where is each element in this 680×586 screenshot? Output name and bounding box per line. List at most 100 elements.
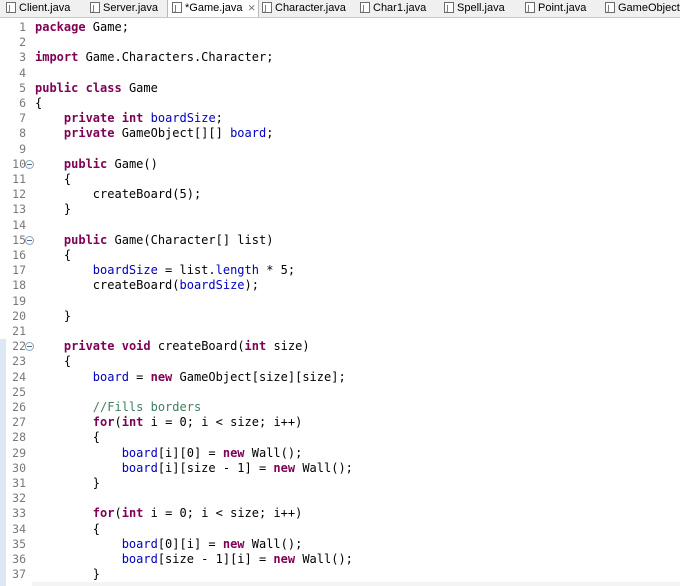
code-line[interactable]: 25 (0, 385, 680, 400)
code-token: } (35, 476, 101, 490)
code-line[interactable]: 13 } (0, 202, 680, 217)
code-line[interactable]: 37 } (0, 567, 680, 582)
code-line[interactable]: 35 board[0][i] = new Wall(); (0, 537, 680, 552)
code-text: createBoard(boardSize); (35, 278, 259, 293)
line-number: 5 (19, 80, 26, 95)
svg-text:J: J (173, 4, 176, 13)
line-number: 3 (19, 50, 26, 65)
code-line[interactable]: 16 { (0, 248, 680, 263)
svg-text:J: J (606, 4, 609, 13)
tab-point-java[interactable]: J Point.java (521, 0, 599, 17)
tab-label: Client.java (19, 2, 71, 14)
code-line[interactable]: 1 package Game; (0, 20, 680, 35)
code-line[interactable]: 19 (0, 294, 680, 309)
code-text: } (35, 567, 100, 582)
svg-text:J: J (263, 4, 266, 13)
fold-toggle-icon[interactable] (25, 342, 34, 352)
code-line[interactable]: 10 public Game() (0, 157, 680, 172)
keyword-token: for (92, 415, 115, 430)
line-number: 17 (12, 263, 26, 278)
keyword-token: void (121, 339, 151, 354)
code-token: { (35, 521, 101, 536)
code-token: ; (266, 126, 274, 141)
code-text: } (35, 202, 71, 217)
code-token: } (35, 202, 72, 217)
tab-game-java[interactable]: J *Game.java ⨯ (167, 0, 259, 17)
code-line[interactable]: 20 } (0, 309, 680, 324)
code-token: Game.Characters.Character; (78, 50, 274, 65)
field-token: board (92, 369, 129, 384)
code-line[interactable]: 24 board = new GameObject[size][size]; (0, 370, 680, 385)
keyword-token: new (143, 369, 173, 384)
keyword-token: private (63, 111, 115, 126)
code-line[interactable]: 5 public class Game (0, 81, 680, 96)
field-token: boardSize (92, 263, 158, 278)
line-number: 27 (12, 415, 26, 430)
code-line[interactable]: 14 (0, 218, 680, 233)
code-line[interactable]: 34 { (0, 522, 680, 537)
keyword-token: public (63, 232, 108, 247)
code-token: Game (121, 80, 158, 95)
code-line[interactable]: 4 (0, 66, 680, 81)
line-number: 37 (12, 567, 26, 582)
code-line[interactable]: 18 createBoard(boardSize); (0, 278, 680, 293)
code-line[interactable]: 8 private GameObject[][] board; (0, 126, 680, 141)
svg-text:J: J (445, 4, 448, 13)
code-line[interactable]: 30 board[i][size - 1] = new Wall(); (0, 461, 680, 476)
tab-spell-java[interactable]: J Spell.java (440, 0, 520, 17)
fold-toggle-icon[interactable] (25, 235, 34, 245)
tab-gameobject-java[interactable]: J GameObject.ja (601, 0, 680, 17)
tab-server-java[interactable]: J Server.java (86, 0, 166, 17)
field-token: board (121, 445, 158, 460)
code-line[interactable]: 15 public Game(Character[] list) (0, 233, 680, 248)
java-file-icon: J (90, 2, 100, 13)
code-text: board[i][size - 1] = new Wall(); (35, 461, 353, 476)
code-line[interactable]: 29 board[i][0] = new Wall(); (0, 446, 680, 461)
fold-toggle-icon[interactable] (25, 159, 34, 169)
field-token: board (121, 460, 158, 475)
line-number: 30 (12, 460, 26, 475)
code-line[interactable]: 2 (0, 35, 680, 50)
code-line[interactable]: 27 for(int i = 0; i < size; i++) (0, 415, 680, 430)
tab-character-java[interactable]: J Character.java (258, 0, 356, 17)
code-text: import Game.Characters.Character; (35, 50, 273, 65)
code-line[interactable]: 36 board[size - 1][i] = new Wall(); (0, 552, 680, 567)
code-line[interactable]: 9 (0, 142, 680, 157)
code-line[interactable]: 3 import Game.Characters.Character; (0, 50, 680, 65)
keyword-token: class (85, 80, 122, 95)
code-line[interactable]: 21 (0, 324, 680, 339)
code-line[interactable]: 12 createBoard(5); (0, 187, 680, 202)
code-line[interactable]: 6{ (0, 96, 680, 111)
code-line[interactable]: 7 private int boardSize; (0, 111, 680, 126)
line-number: 26 (12, 400, 26, 414)
code-token: createBoard( (35, 278, 180, 293)
field-token: board (222, 126, 267, 141)
code-text: private void createBoard(int size) (35, 339, 310, 354)
line-number: 31 (12, 476, 26, 490)
code-line[interactable]: 26 //Fills borders (0, 400, 680, 415)
code-token: [i][0] = (157, 445, 216, 460)
code-text: } (35, 476, 100, 491)
tab-char1-java[interactable]: J Char1.java (356, 0, 438, 17)
close-icon[interactable]: ⨯ (247, 3, 255, 14)
keyword-token: int (121, 111, 144, 126)
java-file-icon: J (525, 2, 535, 13)
line-number: 24 (12, 369, 26, 384)
code-line[interactable]: 33 for(int i = 0; i < size; i++) (0, 506, 680, 521)
code-line[interactable]: 22 private void createBoard(int size) (0, 339, 680, 354)
code-line[interactable]: 11 { (0, 172, 680, 187)
code-line[interactable]: 23 { (0, 354, 680, 369)
code-token: { (35, 430, 101, 445)
code-line[interactable]: 28 { (0, 430, 680, 445)
java-file-icon: J (605, 2, 615, 13)
code-line[interactable]: 17 boardSize = list.length * 5; (0, 263, 680, 278)
svg-text:J: J (361, 4, 364, 13)
code-line[interactable]: 31 } (0, 476, 680, 491)
code-token: createBoard(5); (35, 187, 202, 202)
code-text: board[0][i] = new Wall(); (35, 537, 303, 552)
line-number: 25 (12, 384, 26, 399)
tab-client-java[interactable]: J Client.java (2, 0, 86, 17)
line-number: 18 (12, 278, 26, 293)
code-line[interactable]: 32 (0, 491, 680, 506)
